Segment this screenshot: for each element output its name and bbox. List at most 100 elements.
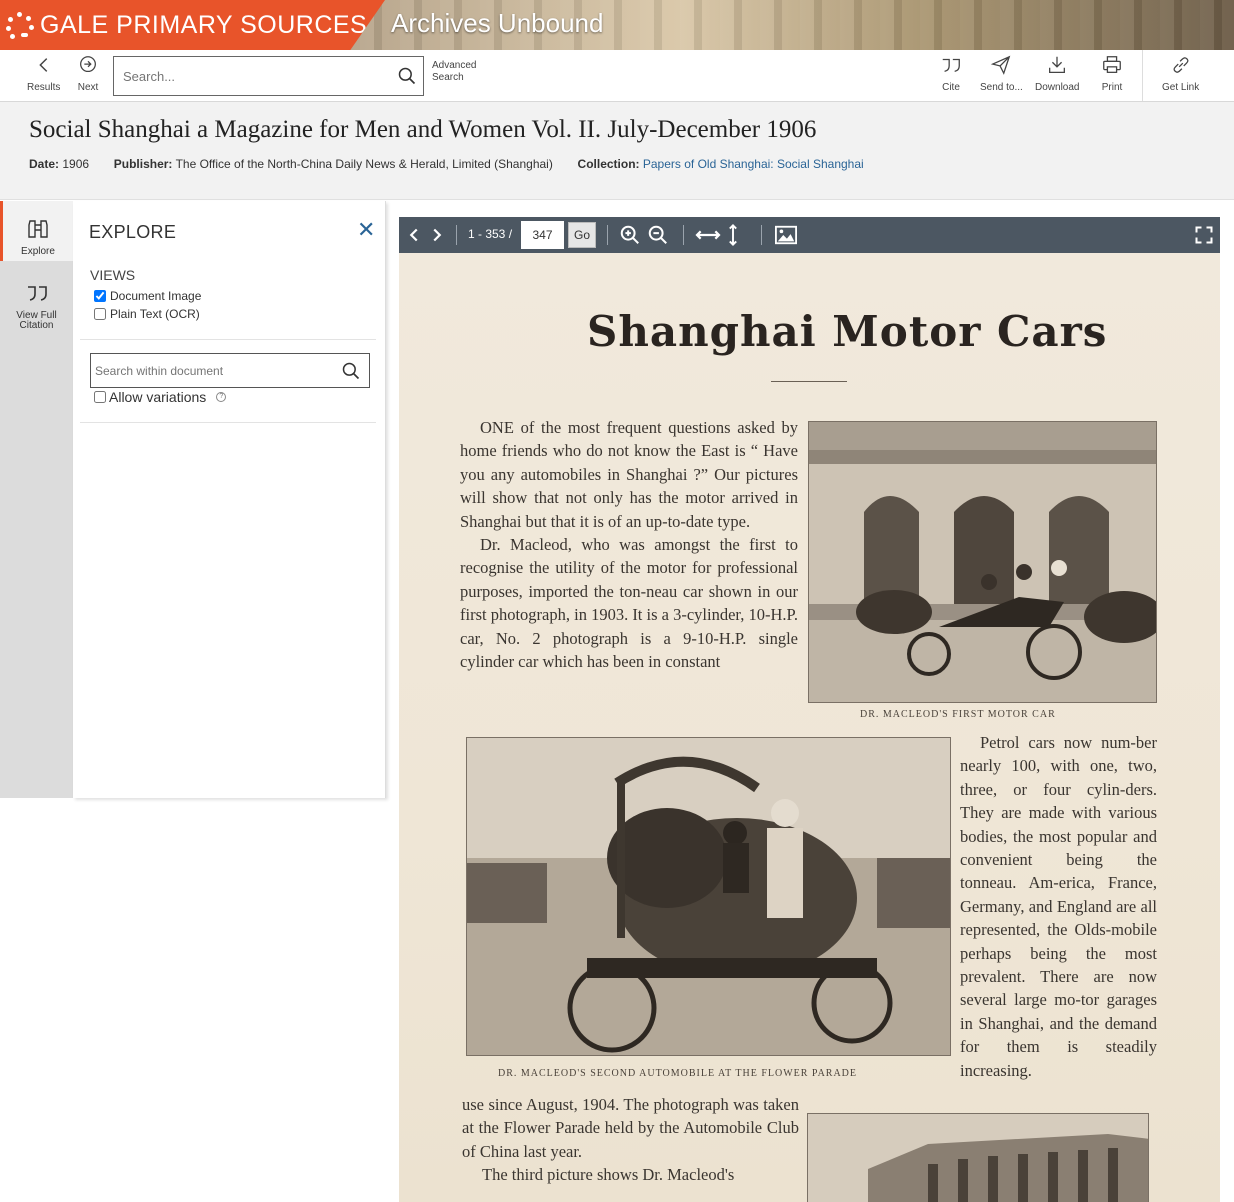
search-within-box — [90, 353, 370, 388]
image-icon — [775, 225, 797, 245]
view-plain-text-option[interactable]: Plain Text (OCR) — [94, 307, 200, 321]
article-paragraph: ONE of the most frequent questions asked… — [460, 418, 798, 531]
chevron-left-icon — [409, 228, 418, 242]
caption-flower-parade: DR. MACLEOD'S SECOND AUTOMOBILE AT THE F… — [498, 1068, 858, 1079]
explore-title: EXPLORE — [89, 222, 177, 242]
viewer-separator — [456, 225, 457, 245]
left-rail: Explore View Full Citation — [0, 201, 73, 798]
panel-divider — [80, 422, 376, 423]
allow-variations-checkbox[interactable] — [94, 391, 106, 403]
fullscreen-button[interactable] — [1194, 223, 1214, 247]
results-label: Results — [27, 82, 61, 93]
help-icon[interactable]: ? — [216, 392, 227, 402]
collection-label: Collection: — [577, 157, 640, 171]
caption-first-motor-car: DR. MACLEOD'S FIRST MOTOR CAR — [860, 709, 1056, 720]
chevron-right-icon — [433, 228, 442, 242]
date-label: Date: — [29, 157, 60, 171]
cite-button[interactable]: Cite — [940, 54, 962, 93]
article-column-2: Petrol cars now num-ber nearly 100, with… — [960, 731, 1157, 1082]
page-range: 1 - 353 / — [468, 227, 513, 241]
header-banner: GALE PRIMARY SOURCES Archives Unbound — [0, 0, 1234, 50]
plain-text-checkbox[interactable] — [94, 308, 106, 320]
gale-logo[interactable]: GALE PRIMARY SOURCES — [0, 0, 385, 50]
article-paragraph: Petrol cars now num-ber nearly 100, with… — [960, 733, 1157, 1080]
next-page-button[interactable] — [426, 223, 448, 247]
page-number-input[interactable] — [521, 221, 564, 249]
search-input[interactable] — [114, 57, 384, 95]
next-label: Next — [77, 82, 99, 93]
advanced-search-line2: Search — [432, 72, 464, 83]
viewer-separator — [761, 225, 762, 245]
get-link-button[interactable]: Get Link — [1162, 54, 1199, 93]
paper-plane-icon — [991, 55, 1011, 75]
photo-street-scene-image — [808, 1114, 1148, 1202]
zoom-in-icon — [620, 225, 639, 244]
allow-variations-option[interactable]: Allow variations ? — [94, 389, 227, 405]
arrow-right-circle-icon — [80, 56, 96, 73]
document-title: Social Shanghai a Magazine for Men and W… — [29, 116, 817, 143]
view-document-image-option[interactable]: Document Image — [94, 289, 201, 303]
download-label: Download — [1035, 82, 1080, 93]
zoom-out-icon — [648, 225, 667, 244]
photo-first-motor-car-image — [809, 422, 1156, 702]
fit-height-button[interactable] — [725, 223, 741, 247]
rail-explore-tab[interactable]: Explore — [0, 201, 73, 261]
search-box — [113, 56, 424, 96]
send-to-button[interactable]: Send to... — [980, 54, 1023, 93]
fit-height-icon — [729, 224, 737, 246]
product-name[interactable]: Archives Unbound — [391, 8, 603, 39]
document-page-image[interactable]: Shanghai Motor Cars ONE of the most freq… — [399, 253, 1220, 1202]
zoom-in-button[interactable] — [619, 223, 641, 247]
chevron-left-icon — [38, 58, 47, 72]
zoom-out-button[interactable] — [647, 223, 669, 247]
date-value: 1906 — [62, 157, 90, 171]
viewer-separator — [607, 225, 608, 245]
rail-citation-tab[interactable]: View Full Citation — [0, 281, 73, 331]
advanced-search-link[interactable]: Advanced Search — [432, 60, 482, 84]
search-icon[interactable] — [341, 361, 361, 381]
explore-panel: EXPLORE ✕ VIEWS Document Image Plain Tex… — [73, 201, 386, 798]
close-icon[interactable]: ✕ — [357, 217, 375, 243]
photo-flower-parade — [466, 737, 951, 1056]
document-image-label: Document Image — [110, 289, 202, 303]
quote-icon — [27, 286, 47, 301]
print-label: Print — [1101, 82, 1123, 93]
search-icon[interactable] — [397, 66, 417, 86]
download-button[interactable]: Download — [1035, 54, 1079, 93]
fullscreen-icon — [1195, 226, 1213, 244]
toolbar-divider — [1142, 50, 1143, 101]
photo-first-motor-car — [808, 421, 1157, 703]
rail-explore-label: Explore — [21, 246, 55, 257]
panel-divider — [80, 339, 376, 340]
collection-link[interactable]: Papers of Old Shanghai: Social Shanghai — [643, 157, 864, 171]
viewer-separator — [683, 225, 684, 245]
printer-icon — [1103, 56, 1121, 73]
binoculars-icon — [28, 220, 48, 238]
fit-width-icon — [695, 230, 721, 240]
results-button[interactable]: Results — [27, 54, 60, 93]
rail-citation-label-2: Citation — [19, 320, 54, 331]
advanced-search-line1: Advanced — [432, 60, 477, 71]
publisher-label: Publisher: — [113, 157, 173, 171]
publisher-value: The Office of the North-China Daily News… — [175, 157, 553, 171]
gale-logo-icon — [6, 11, 34, 39]
article-heading: Shanghai Motor Cars — [587, 307, 1108, 356]
document-metadata: Date: 1906 Publisher: The Office of the … — [29, 157, 864, 171]
search-within-input[interactable] — [91, 354, 331, 387]
article-column-1: ONE of the most frequent questions asked… — [460, 416, 798, 673]
document-viewer: 1 - 353 / Go Shanghai Motor Cars ONE of … — [399, 217, 1220, 1202]
document-image-checkbox[interactable] — [94, 290, 106, 302]
views-label: VIEWS — [90, 267, 136, 283]
link-icon — [1173, 57, 1189, 73]
print-button[interactable]: Print — [1101, 54, 1123, 93]
download-icon — [1049, 56, 1066, 73]
article-paragraph: use since August, 1904. The photograph w… — [462, 1095, 799, 1161]
go-button[interactable]: Go — [568, 222, 596, 248]
image-options-button[interactable] — [773, 223, 799, 247]
article-paragraph: The third picture shows Dr. Macleod's — [482, 1165, 735, 1185]
photo-flower-parade-image — [467, 738, 950, 1055]
next-button[interactable]: Next — [77, 54, 99, 93]
fit-width-button[interactable] — [694, 223, 722, 247]
prev-page-button[interactable] — [403, 223, 425, 247]
document-header: Social Shanghai a Magazine for Men and W… — [0, 102, 1234, 200]
